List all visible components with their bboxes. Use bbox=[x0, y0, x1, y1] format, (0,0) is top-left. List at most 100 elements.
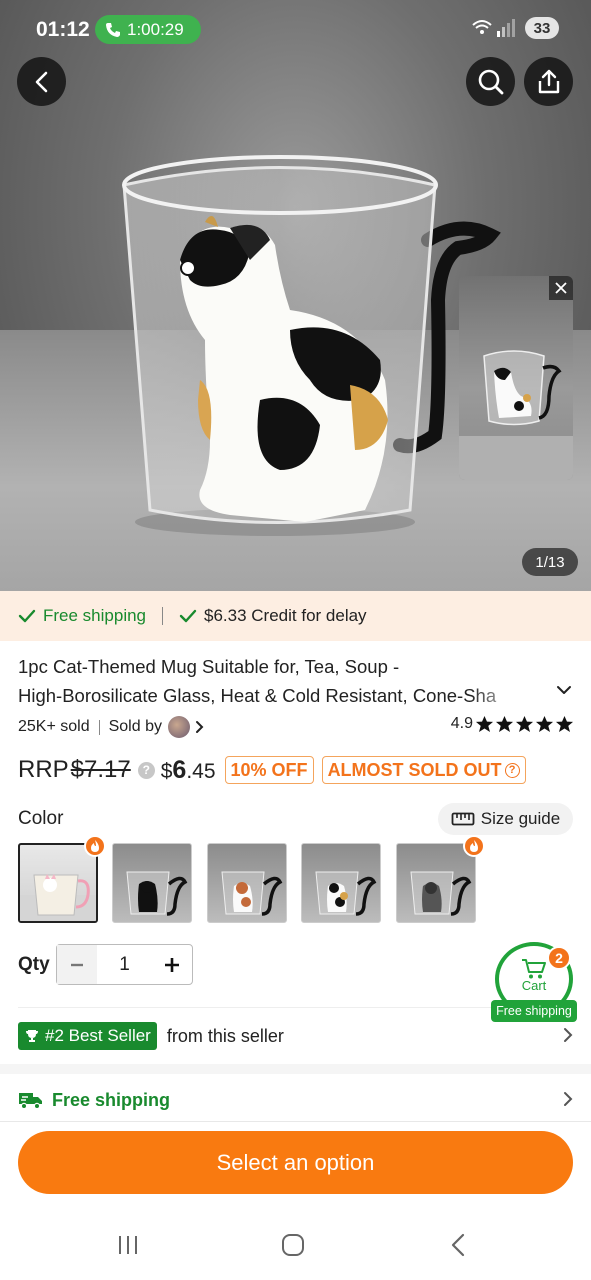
close-icon bbox=[555, 282, 567, 294]
sold-count: 25K+ sold bbox=[18, 718, 90, 735]
color-label: Color bbox=[18, 808, 64, 829]
flame-icon bbox=[470, 840, 478, 852]
phone-icon bbox=[106, 22, 120, 37]
bottom-divider bbox=[0, 1121, 591, 1122]
chevron-left-icon bbox=[35, 71, 47, 92]
free-shipping-label: Free shipping bbox=[52, 1089, 171, 1110]
system-back-button[interactable] bbox=[438, 1230, 478, 1260]
color-swatch-calico-cat[interactable] bbox=[301, 843, 381, 923]
chevron-down-icon[interactable] bbox=[555, 683, 573, 697]
back-icon bbox=[451, 1233, 465, 1257]
stock-tag[interactable]: ALMOST SOLD OUT? bbox=[321, 756, 526, 784]
product-title[interactable]: 1pc Cat-Themed Mug Suitable for, Tea, So… bbox=[18, 652, 538, 710]
checkmark-icon bbox=[179, 609, 197, 623]
title-fade bbox=[470, 680, 540, 710]
flame-icon bbox=[91, 840, 99, 852]
product-title-line-1: 1pc Cat-Themed Mug Suitable for, Tea, So… bbox=[18, 656, 400, 677]
discount-tag: 10% OFF bbox=[224, 756, 314, 784]
star-icon bbox=[555, 715, 574, 733]
best-seller-suffix: from this seller bbox=[166, 1025, 284, 1046]
product-meta-row: 25K+ sold Sold by 4.9 bbox=[18, 715, 574, 739]
decrease-qty-button[interactable] bbox=[57, 945, 97, 984]
close-thumbnail-button[interactable] bbox=[549, 276, 573, 300]
star-icon bbox=[515, 715, 534, 733]
ruler-icon bbox=[451, 812, 475, 826]
call-duration: 1:00:29 bbox=[127, 19, 184, 39]
star-icon bbox=[535, 715, 554, 733]
best-seller-badge: #2 Best Seller bbox=[18, 1022, 157, 1050]
current-price: $6.45 bbox=[161, 756, 216, 785]
rrp-value: $7.17 bbox=[70, 756, 131, 783]
status-bar: 01:12 1:00:29 33 bbox=[0, 0, 591, 60]
chevron-right-icon[interactable] bbox=[194, 719, 206, 735]
search-button[interactable] bbox=[466, 57, 515, 106]
quantity-stepper: 1 bbox=[56, 944, 193, 985]
size-guide-button[interactable]: Size guide bbox=[438, 803, 573, 835]
color-swatch-black-cat[interactable] bbox=[112, 843, 192, 923]
color-swatch-grey-cat[interactable] bbox=[396, 843, 476, 923]
price-row: RRP $7.17 ? $6.45 10% OFF ALMOST SOLD OU… bbox=[18, 752, 578, 788]
swatch-image bbox=[221, 871, 283, 916]
home-button[interactable] bbox=[273, 1230, 313, 1260]
price-whole: 6 bbox=[172, 755, 187, 784]
recents-icon bbox=[119, 1236, 137, 1254]
swatch-image bbox=[126, 871, 188, 916]
cart-count-badge: 2 bbox=[547, 946, 571, 970]
delay-credit-text: $6.33 Credit for delay bbox=[204, 606, 367, 625]
star-icon bbox=[475, 715, 494, 733]
back-button[interactable] bbox=[17, 57, 66, 106]
battery-indicator: 33 bbox=[525, 17, 559, 39]
price-currency: $ bbox=[160, 759, 173, 783]
checkmark-icon bbox=[18, 609, 36, 623]
discount-tag-text: 10% OFF bbox=[230, 759, 308, 780]
swatch-image bbox=[410, 871, 472, 916]
seller-avatar[interactable] bbox=[167, 716, 190, 738]
minus-icon bbox=[71, 963, 83, 966]
rrp-info-icon[interactable]: ? bbox=[137, 761, 155, 779]
home-icon bbox=[282, 1234, 304, 1256]
color-swatch-white-cat[interactable] bbox=[18, 843, 98, 923]
free-shipping-text: Free shipping bbox=[43, 606, 147, 625]
rating-value: 4.9 bbox=[450, 715, 473, 732]
size-guide-label: Size guide bbox=[480, 809, 561, 828]
swatch-image bbox=[315, 871, 377, 916]
chevron-right-icon bbox=[564, 1028, 573, 1042]
free-shipping-row[interactable]: Free shipping bbox=[18, 1085, 574, 1115]
swatch-image bbox=[20, 874, 96, 921]
truck-icon bbox=[19, 1093, 42, 1110]
product-image bbox=[122, 155, 501, 536]
star-rating bbox=[475, 715, 574, 733]
share-icon bbox=[538, 69, 559, 93]
plus-icon bbox=[165, 957, 179, 972]
wifi-signal-icon bbox=[472, 19, 515, 37]
thumbnail-image bbox=[459, 350, 573, 480]
share-button[interactable] bbox=[524, 57, 573, 106]
color-swatch-ginger-cat[interactable] bbox=[207, 843, 287, 923]
shipping-banner[interactable]: Free shipping $6.33 Credit for delay bbox=[0, 591, 591, 641]
best-seller-row[interactable]: #2 Best Seller from this seller bbox=[18, 1021, 574, 1051]
cart-label: Cart bbox=[521, 978, 547, 993]
ongoing-call-pill[interactable]: 1:00:29 bbox=[95, 15, 201, 44]
hot-badge bbox=[84, 835, 106, 857]
system-navigation-bar bbox=[0, 1212, 591, 1280]
select-option-button[interactable]: Select an option bbox=[18, 1131, 573, 1194]
qty-value[interactable]: 1 bbox=[97, 954, 152, 976]
rating[interactable]: 4.9 bbox=[451, 715, 574, 733]
recent-apps-button[interactable] bbox=[108, 1230, 148, 1260]
floating-cart-button[interactable]: Cart 2 Free shipping bbox=[491, 942, 577, 1022]
meta-divider bbox=[98, 719, 100, 735]
floating-video-thumbnail[interactable] bbox=[459, 276, 573, 480]
status-icons: 33 bbox=[471, 17, 559, 39]
status-time: 01:12 bbox=[36, 18, 90, 41]
question-icon: ? bbox=[504, 762, 520, 778]
trophy-icon bbox=[26, 1030, 38, 1042]
stock-tag-text: ALMOST SOLD OUT bbox=[327, 759, 502, 780]
hot-badge bbox=[463, 835, 485, 857]
increase-qty-button[interactable] bbox=[152, 945, 192, 984]
price-fraction: .45 bbox=[186, 759, 216, 783]
banner-divider bbox=[162, 607, 164, 625]
chevron-right-icon bbox=[564, 1092, 573, 1106]
cart-free-shipping-label: Free shipping bbox=[491, 1000, 577, 1022]
qty-label: Qty bbox=[18, 954, 50, 975]
search-icon bbox=[478, 69, 503, 94]
